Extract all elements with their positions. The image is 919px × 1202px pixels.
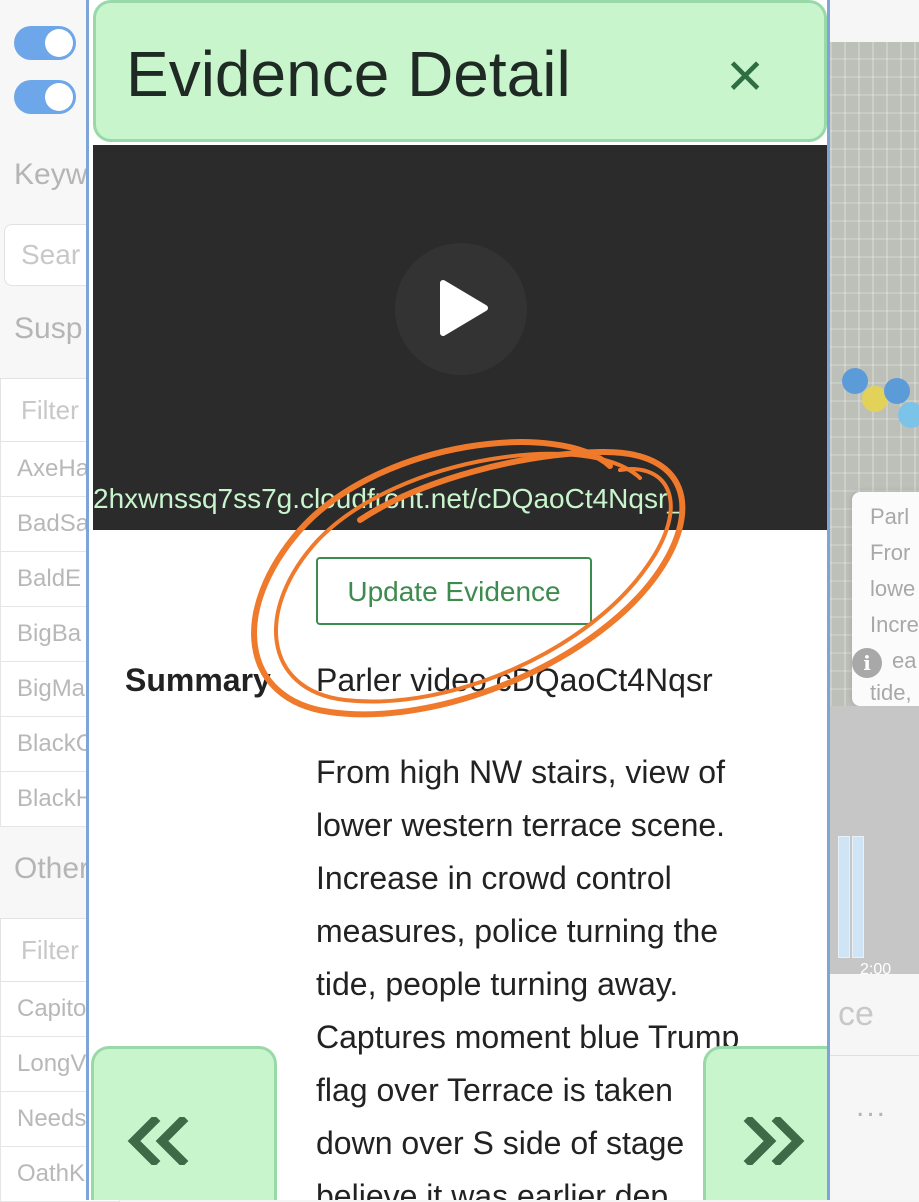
summary-title: Parler video cDQaoCt4Nqsr — [316, 662, 713, 698]
map-card-line: ea — [892, 648, 917, 673]
close-icon[interactable]: × — [720, 43, 770, 107]
summary-line: Increase in crowd control — [316, 860, 672, 896]
summary-line: tide, people turning away. — [316, 966, 679, 1002]
other-heading: Other — [14, 852, 90, 885]
modal-title: Evidence Detail — [126, 38, 571, 110]
section-text: ce — [838, 995, 874, 1033]
summary-line: measures, police turning the — [316, 913, 718, 949]
previous-evidence-button[interactable] — [91, 1046, 277, 1200]
map-card-line: Parl — [870, 504, 910, 529]
toggle-switch-2[interactable] — [14, 80, 76, 114]
chevron-double-left-icon — [127, 1117, 189, 1165]
map-card-line: Fror — [870, 540, 911, 565]
more-options-button[interactable]: ... — [856, 1090, 887, 1124]
suspects-heading: Susp — [14, 312, 83, 345]
map-marker[interactable] — [884, 378, 910, 404]
video-url-link[interactable]: 2hxwnssq7ss7g.cloudfront.net/cDQaoCt4Nqs… — [93, 483, 683, 515]
modal-header: Evidence Detail × — [93, 0, 827, 142]
toggle-switch-1[interactable] — [14, 26, 76, 60]
filter-sidebar: Keyw Sear Susp Filter AxeHa BadSa BaldE … — [0, 0, 124, 1202]
timeline-timestamp: 2:00 — [860, 961, 892, 978]
map-card-line: lowe — [870, 576, 916, 601]
next-evidence-button[interactable] — [703, 1046, 827, 1200]
summary-line: From high NW stairs, view of — [316, 754, 725, 790]
video-player[interactable]: 2hxwnssq7ss7g.cloudfront.net/cDQaoCt4Nqs… — [93, 145, 827, 530]
keywords-heading: Keyw — [14, 158, 88, 191]
timeline-chart[interactable]: 2:00 — [830, 706, 919, 978]
map-card-line: tide, — [870, 680, 912, 705]
info-icon[interactable]: i — [852, 648, 882, 678]
timeline-bar — [852, 836, 864, 958]
summary-line: lower western terrace scene. — [316, 807, 726, 843]
evidence-detail-modal: Evidence Detail × 2hxwnssq7ss7g.cloudfro… — [86, 0, 830, 1200]
timeline-bar — [838, 836, 850, 958]
map-marker[interactable] — [898, 402, 919, 428]
chevron-double-right-icon — [743, 1117, 805, 1165]
divider — [830, 1055, 919, 1056]
play-button[interactable] — [395, 243, 527, 375]
summary-label: Summary — [125, 662, 271, 698]
map-card-line: Incre — [870, 612, 919, 637]
play-icon — [440, 280, 488, 336]
update-evidence-button[interactable]: Update Evidence — [316, 557, 592, 625]
